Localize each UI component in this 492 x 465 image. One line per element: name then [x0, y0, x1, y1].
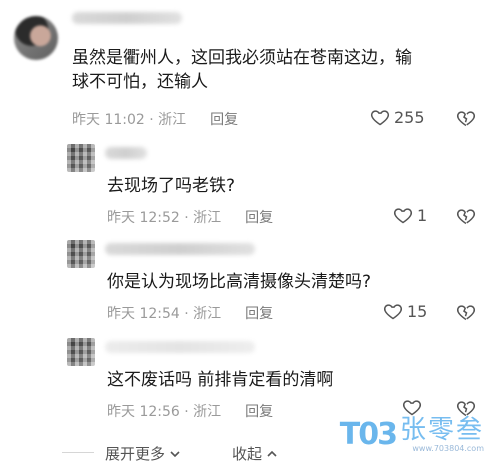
- expand-more-button[interactable]: 展开更多: [105, 443, 181, 464]
- broken-heart-icon[interactable]: [456, 108, 476, 128]
- like-button[interactable]: 15: [383, 301, 427, 321]
- reply-button[interactable]: 回复: [245, 303, 273, 323]
- watermark-name: 张零叁: [399, 415, 484, 445]
- chevron-down-icon: [170, 450, 180, 457]
- like-count: 1: [417, 205, 428, 225]
- like-button[interactable]: 255: [370, 107, 425, 127]
- watermark-url: www.703804.com: [412, 444, 484, 453]
- collapse-label: 收起: [232, 445, 263, 463]
- like-button[interactable]: 1: [393, 205, 427, 225]
- username-blurred[interactable]: [105, 147, 147, 159]
- heart-outline-icon: [393, 208, 413, 224]
- username-blurred[interactable]: [105, 341, 255, 353]
- comment-time-location: 昨天 12:54 · 浙江: [107, 306, 222, 322]
- comment-text-line: 虽然是衢州人，这回我必须站在苍南这边，输: [72, 48, 412, 68]
- reply-text: 你是认为现场比高清摄像头清楚吗?: [107, 272, 372, 292]
- avatar[interactable]: [14, 16, 58, 60]
- comment-time-location: 昨天 11:02 · 浙江: [72, 112, 187, 128]
- comment-text: 虽然是衢州人，这回我必须站在苍南这边，输 球不可怕，还输人: [72, 46, 412, 94]
- reply-button[interactable]: 回复: [245, 207, 273, 227]
- heart-outline-icon: [383, 304, 403, 320]
- avatar[interactable]: [67, 144, 95, 172]
- comment-text-line: 球不可怕，还输人: [72, 72, 208, 92]
- comment-time-location: 昨天 12:52 · 浙江: [107, 210, 222, 226]
- comment-meta: 昨天 12:54 · 浙江 回复: [107, 303, 273, 323]
- expand-more-label: 展开更多: [105, 445, 166, 463]
- watermark-logo: T03 张零叁 www.703804.com: [340, 416, 484, 453]
- broken-heart-icon[interactable]: [456, 302, 476, 322]
- reply-text: 这不废话吗 前排肯定看的清啊: [107, 370, 334, 390]
- watermark-mark: T03: [339, 417, 398, 452]
- collapse-button[interactable]: 收起: [232, 443, 278, 464]
- heart-outline-icon: [370, 110, 390, 126]
- comment-meta: 昨天 12:56 · 浙江 回复: [107, 401, 273, 421]
- like-button[interactable]: [402, 397, 422, 417]
- username-blurred[interactable]: [105, 243, 255, 255]
- reply-button[interactable]: 回复: [245, 401, 273, 421]
- comment-meta: 昨天 11:02 · 浙江 回复: [72, 109, 238, 129]
- reply-button[interactable]: 回复: [210, 109, 238, 129]
- like-count: 255: [394, 107, 425, 127]
- chevron-up-icon: [267, 450, 277, 457]
- avatar[interactable]: [67, 338, 95, 366]
- reply-text: 去现场了吗老铁?: [107, 176, 236, 196]
- divider: [62, 452, 94, 453]
- heart-outline-icon: [402, 400, 422, 416]
- broken-heart-icon[interactable]: [456, 206, 476, 226]
- comment-time-location: 昨天 12:56 · 浙江: [107, 404, 222, 420]
- like-count: 15: [407, 301, 428, 321]
- comment-meta: 昨天 12:52 · 浙江 回复: [107, 207, 273, 227]
- username-blurred[interactable]: [72, 12, 182, 24]
- avatar[interactable]: [67, 240, 95, 268]
